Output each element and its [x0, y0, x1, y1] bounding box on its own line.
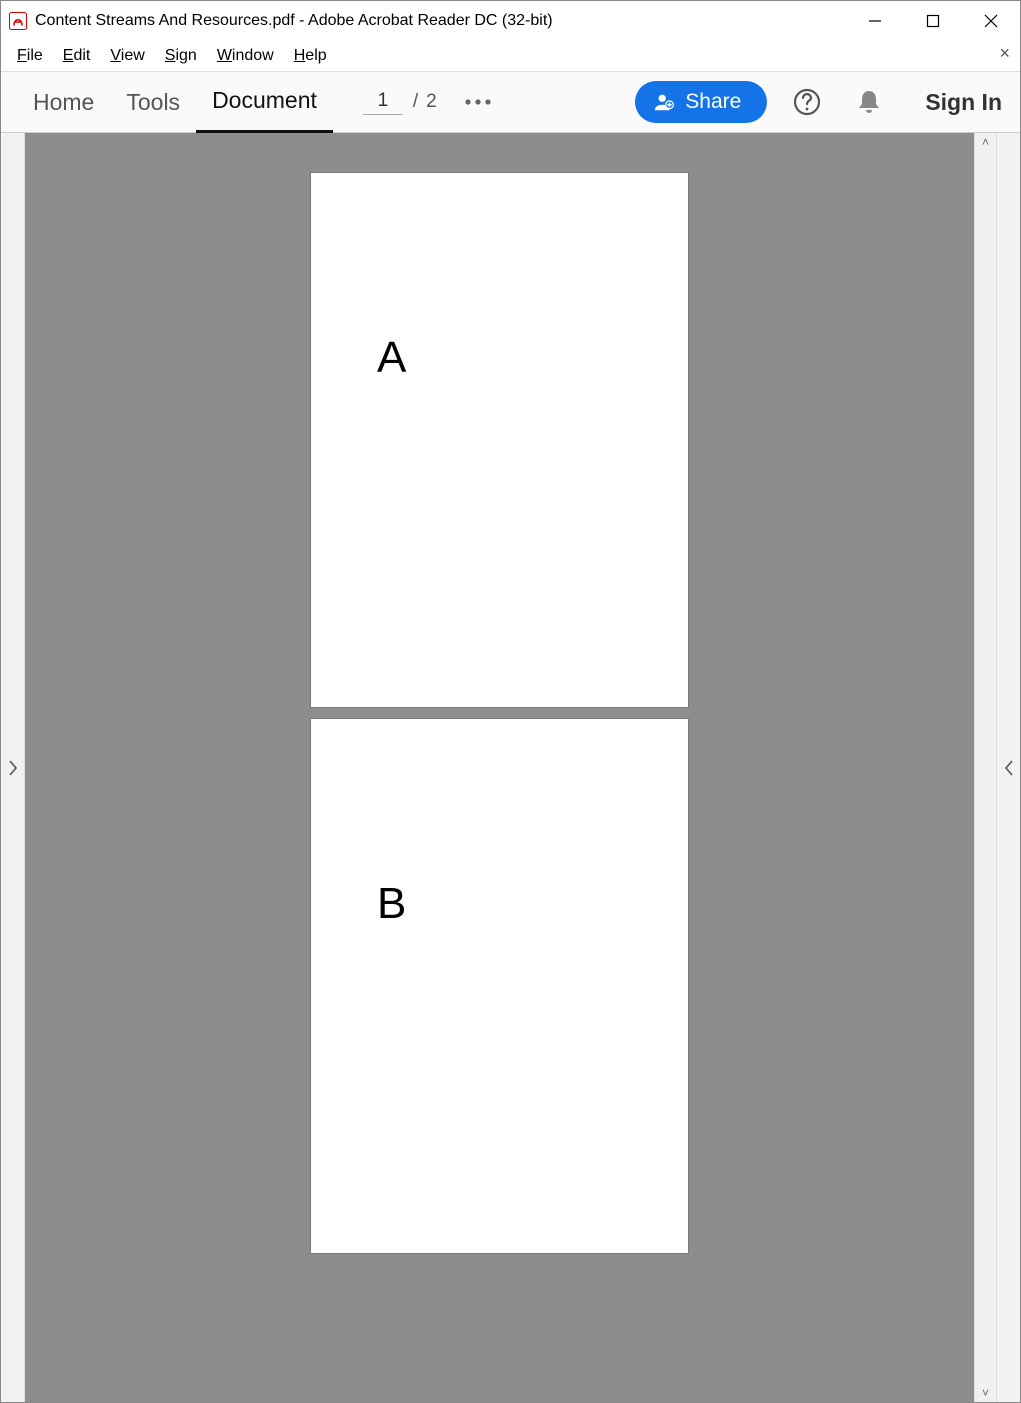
document-viewport[interactable]: A B — [25, 133, 974, 1402]
page-navigator: / 2 — [363, 90, 437, 115]
menu-help[interactable]: Help — [284, 45, 337, 67]
ellipsis-icon — [463, 97, 493, 107]
title-bar: Content Streams And Resources.pdf - Adob… — [1, 1, 1020, 41]
chevron-left-icon — [1004, 760, 1014, 776]
pdf-page-1: A — [311, 173, 688, 707]
right-panel-toggle[interactable] — [996, 133, 1020, 1402]
page-1-content: A — [377, 333, 406, 383]
notifications-button[interactable] — [847, 80, 891, 124]
main-toolbar: Home Tools Document / 2 Share — [1, 71, 1020, 133]
share-person-icon — [653, 91, 675, 113]
help-icon — [792, 87, 822, 117]
tab-tools[interactable]: Tools — [110, 71, 196, 133]
vertical-scrollbar[interactable]: ˄ ˅ — [974, 133, 996, 1402]
close-panel-button[interactable]: × — [999, 43, 1010, 64]
page-number-input[interactable] — [363, 90, 403, 115]
document-container: A B ˄ ˅ — [1, 133, 1020, 1402]
more-tools-button[interactable] — [463, 97, 493, 107]
window-title: Content Streams And Resources.pdf - Adob… — [35, 12, 553, 30]
acrobat-icon — [9, 12, 27, 30]
menu-window[interactable]: Window — [207, 45, 284, 67]
menu-file[interactable]: File — [7, 45, 53, 67]
page-separator: / — [413, 91, 418, 113]
sign-in-button[interactable]: Sign In — [925, 89, 1002, 116]
menu-view[interactable]: View — [100, 45, 154, 67]
bell-icon — [856, 88, 882, 116]
minimize-button[interactable] — [846, 1, 904, 41]
page-total: 2 — [426, 91, 437, 113]
chevron-right-icon — [8, 760, 18, 776]
menu-sign[interactable]: Sign — [155, 45, 207, 67]
maximize-button[interactable] — [904, 1, 962, 41]
scroll-down-arrow[interactable]: ˅ — [982, 1386, 989, 1400]
share-button[interactable]: Share — [635, 81, 767, 123]
tab-document[interactable]: Document — [196, 71, 333, 133]
menu-bar: File Edit View Sign Window Help × — [1, 41, 1020, 71]
tab-home[interactable]: Home — [17, 71, 110, 133]
pdf-page-2: B — [311, 719, 688, 1253]
scroll-up-arrow[interactable]: ˄ — [982, 135, 989, 149]
app-window: Content Streams And Resources.pdf - Adob… — [0, 0, 1021, 1403]
menu-edit[interactable]: Edit — [53, 45, 101, 67]
left-panel-toggle[interactable] — [1, 133, 25, 1402]
close-button[interactable] — [962, 1, 1020, 41]
page-2-content: B — [377, 879, 406, 929]
share-label: Share — [685, 90, 741, 114]
help-button[interactable] — [785, 80, 829, 124]
